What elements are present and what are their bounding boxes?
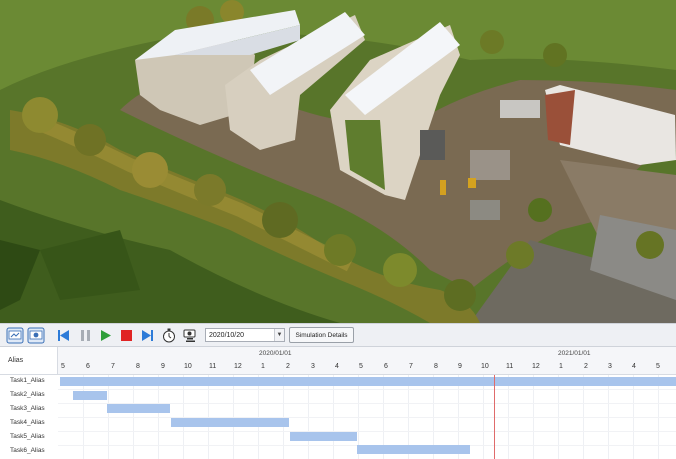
month-label: 8	[434, 363, 438, 370]
month-label: 10	[481, 363, 489, 370]
task-label[interactable]: Task2_Alias	[10, 391, 45, 398]
month-label: 2	[584, 363, 588, 370]
timer-icon[interactable]	[161, 327, 177, 344]
simulation-date-field[interactable]: 2020/10/20 ▼	[205, 328, 285, 342]
skip-to-end-icon[interactable]	[141, 329, 154, 346]
month-label: 8	[136, 363, 140, 370]
year-label-2020: 2020/01/01	[259, 350, 292, 357]
month-label: 12	[234, 363, 242, 370]
stop-icon[interactable]	[120, 329, 133, 346]
month-label: 9	[161, 363, 165, 370]
month-label: 11	[506, 363, 514, 370]
pause-icon[interactable]	[79, 329, 92, 346]
month-label: 6	[384, 363, 388, 370]
month-label: 12	[532, 363, 540, 370]
month-label: 11	[209, 363, 217, 370]
month-label: 5	[359, 363, 363, 370]
task-label[interactable]: Task3_Alias	[10, 405, 45, 412]
current-date-marker	[494, 375, 495, 459]
gantt-chart: Alias 2020/01/01 2021/01/01 5 6 7 8 9 10…	[0, 347, 676, 459]
construction-site-render	[0, 0, 676, 323]
task-column-header: Alias	[0, 347, 58, 375]
month-label: 6	[86, 363, 90, 370]
month-label: 2	[286, 363, 290, 370]
settings-icon[interactable]	[27, 327, 45, 344]
play-icon[interactable]	[99, 329, 112, 346]
year-label-2021: 2021/01/01	[558, 350, 591, 357]
task-bar[interactable]	[107, 404, 170, 413]
grid-line	[58, 389, 676, 390]
task-bar[interactable]	[73, 391, 107, 400]
month-label: 3	[311, 363, 315, 370]
simulation-toolbar: 2020/10/20 ▼ Simulation Details	[0, 323, 676, 347]
month-label: 5	[61, 363, 65, 370]
simulation-date-value: 2020/10/20	[209, 332, 245, 339]
month-label: 3	[608, 363, 612, 370]
month-label: 10	[184, 363, 192, 370]
task-bar[interactable]	[60, 377, 676, 386]
chevron-down-icon[interactable]: ▼	[274, 329, 284, 341]
timeline-header: 2020/01/01 2021/01/01 5 6 7 8 9 10 11 12…	[58, 347, 676, 375]
month-label: 1	[559, 363, 563, 370]
export-icon[interactable]	[6, 327, 24, 344]
month-label: 1	[261, 363, 265, 370]
month-label: 7	[409, 363, 413, 370]
month-label: 7	[111, 363, 115, 370]
task-label[interactable]: Task4_Alias	[10, 419, 45, 426]
grid-line	[58, 431, 676, 432]
month-label: 4	[632, 363, 636, 370]
skip-to-start-icon[interactable]	[57, 329, 70, 346]
task-label[interactable]: Task6_Alias	[10, 447, 45, 454]
task-bar[interactable]	[171, 418, 289, 427]
task-bar[interactable]	[290, 432, 357, 441]
3d-model-viewport[interactable]	[0, 0, 676, 323]
task-label[interactable]: Task5_Alias	[10, 433, 45, 440]
month-label: 5	[656, 363, 660, 370]
month-label: 9	[458, 363, 462, 370]
month-label: 4	[335, 363, 339, 370]
task-bar[interactable]	[357, 445, 470, 454]
camera-icon[interactable]	[182, 327, 199, 344]
task-label[interactable]: Task1_Alias	[10, 377, 45, 384]
simulation-details-button[interactable]: Simulation Details	[289, 327, 354, 343]
grid-line	[58, 417, 676, 418]
